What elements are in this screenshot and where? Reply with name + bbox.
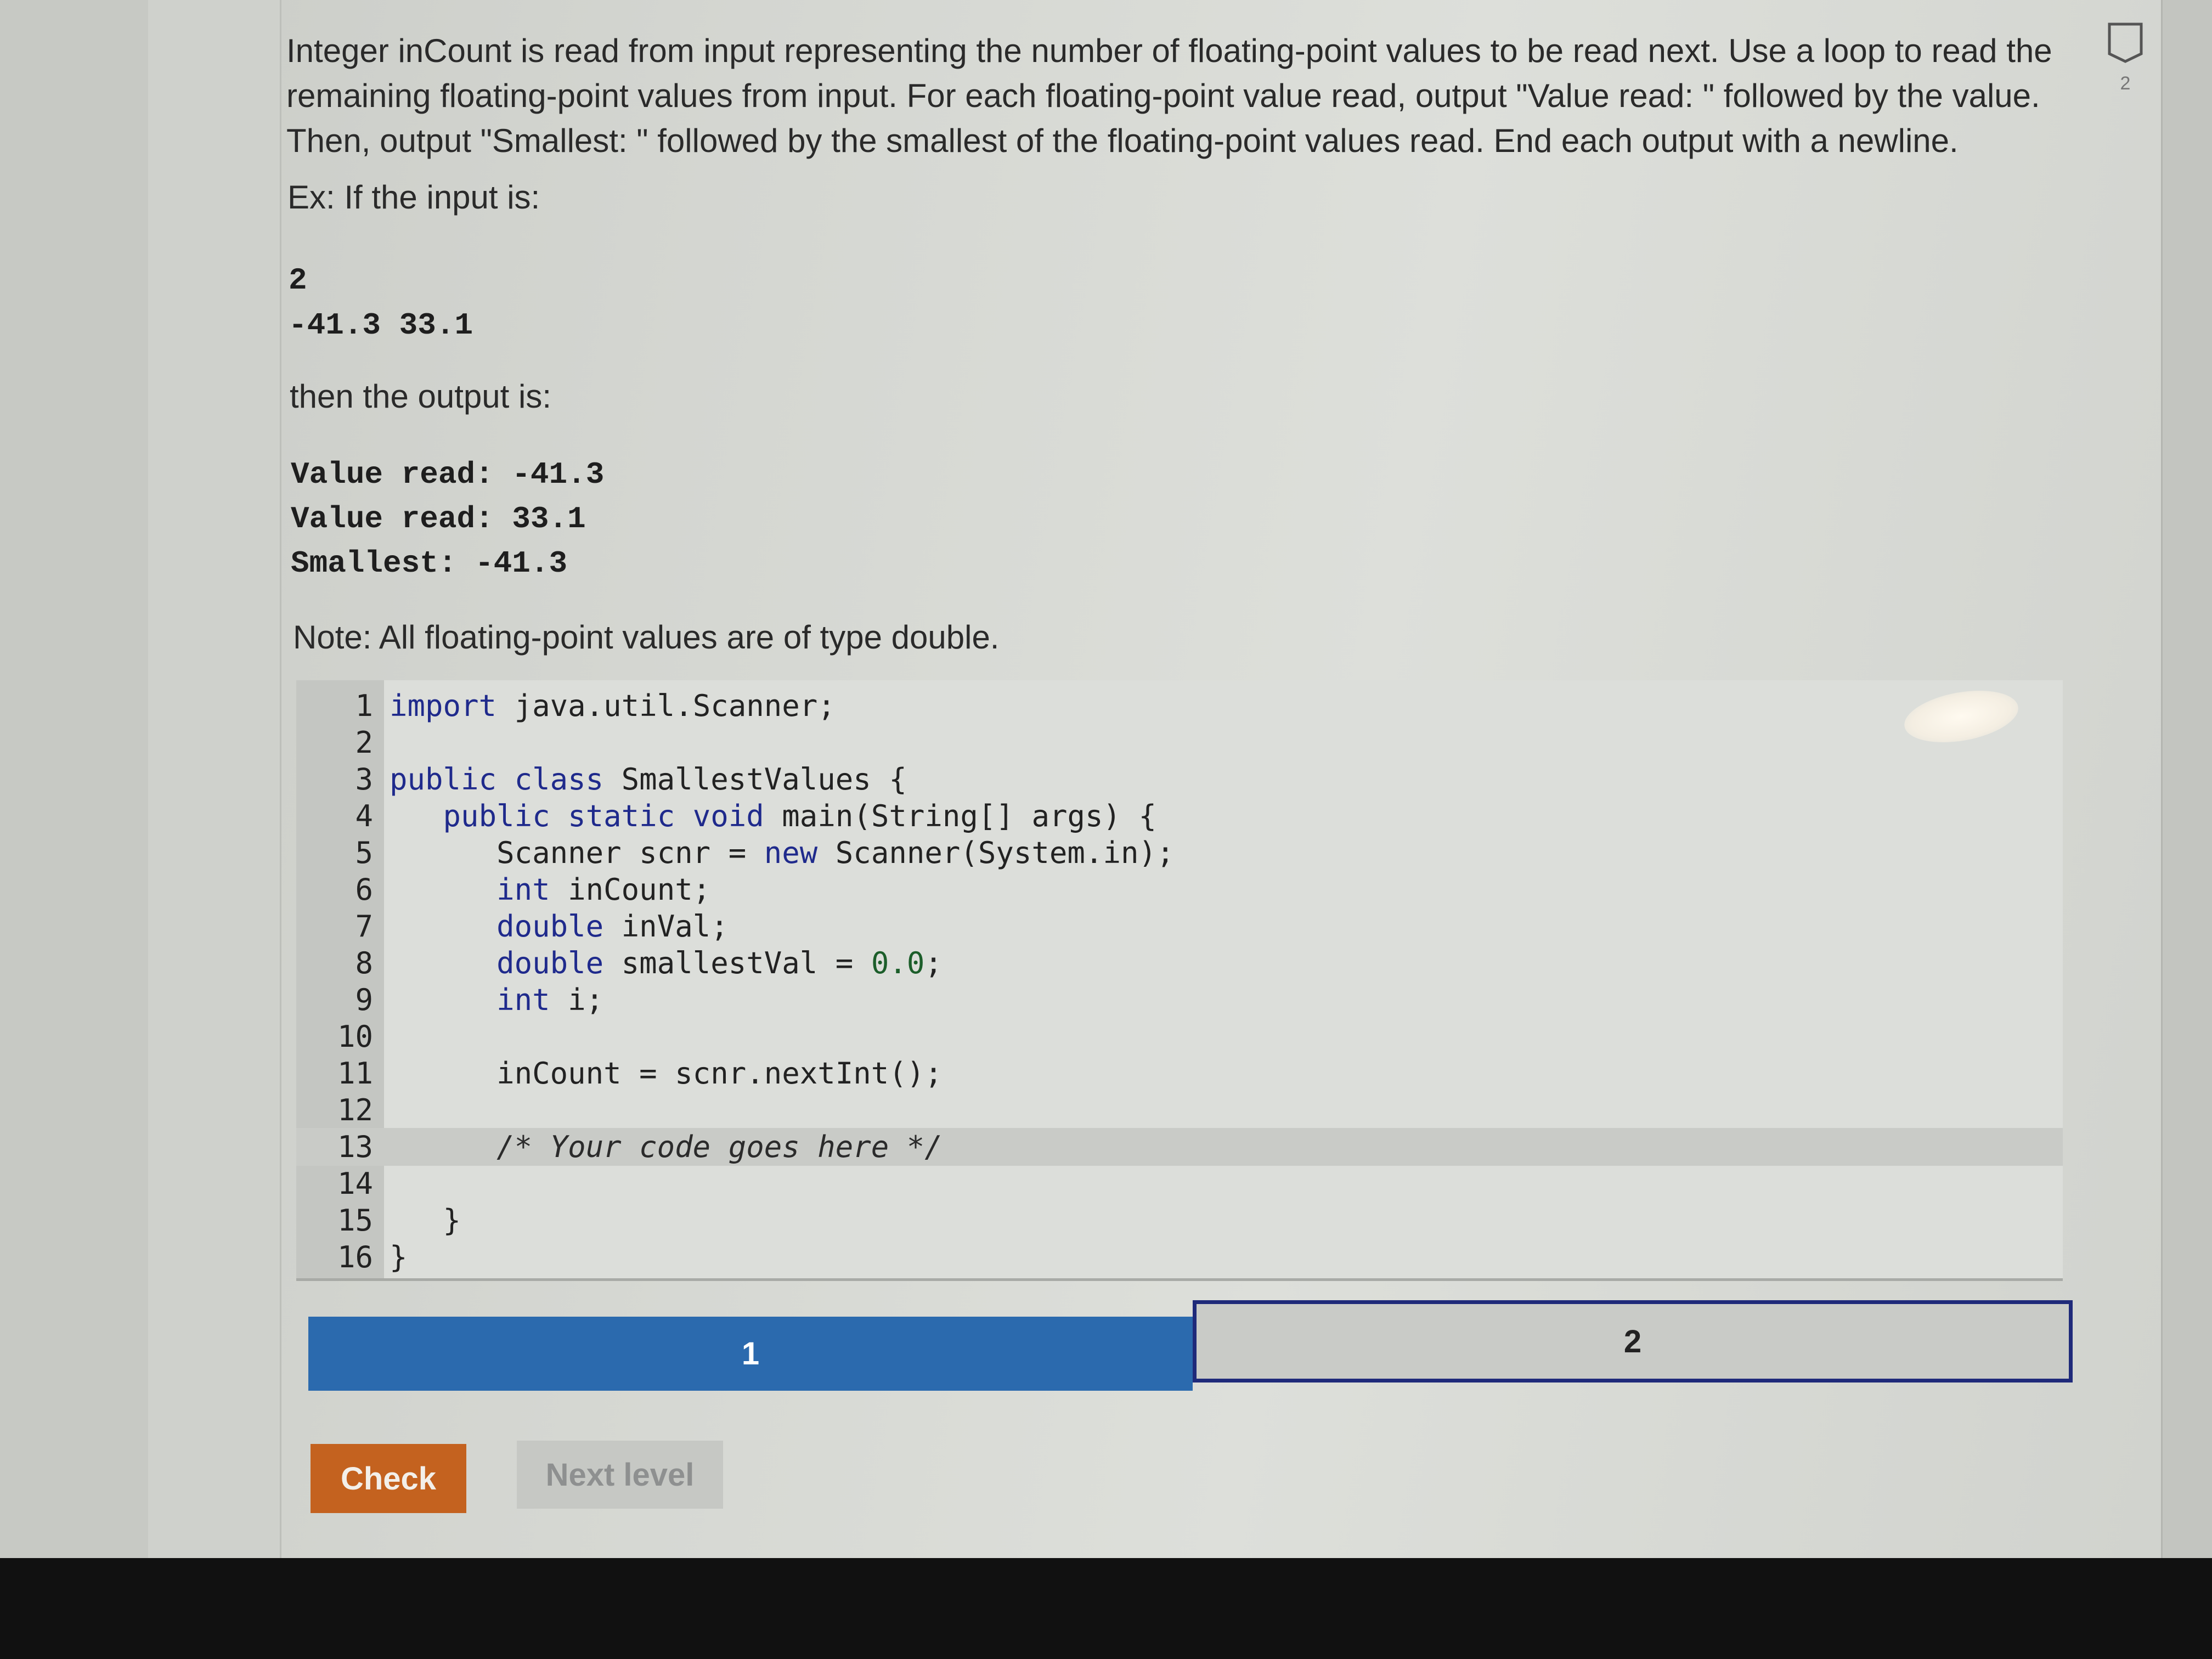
line-number: 13 <box>337 1130 373 1164</box>
line-number: 14 <box>337 1166 373 1201</box>
code-line[interactable]: 11 inCount = scnr.nextInt(); <box>296 1054 2063 1092</box>
code-line[interactable]: 14 <box>296 1165 2063 1203</box>
code-editor[interactable]: 1 import java.util.Scanner; 2 3 public class… <box>296 680 2063 1281</box>
line-number: 15 <box>337 1203 373 1238</box>
code-text[interactable]: int i; <box>390 981 603 1019</box>
code-text[interactable]: Scanner scnr = new Scanner(System.in); <box>390 834 1174 872</box>
level-1-label: 1 <box>741 1336 760 1372</box>
level-1-tab[interactable]: 1 <box>308 1317 1193 1391</box>
line-number: 7 <box>355 909 373 944</box>
level-progress: 1 2 <box>308 1300 2073 1399</box>
example-input-line: 2 <box>289 263 307 298</box>
code-text[interactable]: public class SmallestValues { <box>390 760 907 798</box>
level-2-tab[interactable]: 2 <box>1193 1300 2073 1383</box>
code-line[interactable]: 16} <box>296 1238 2063 1276</box>
code-text[interactable]: } <box>390 1201 461 1239</box>
example-output-line: Smallest: -41.3 <box>291 546 568 581</box>
code-text[interactable]: /* Your code goes here */ <box>390 1128 943 1166</box>
bezel <box>0 1558 2212 1659</box>
line-number: 8 <box>355 946 373 980</box>
left-margin-panel <box>0 0 150 1575</box>
code-text[interactable]: int inCount; <box>390 871 710 909</box>
next-level-button[interactable]: Next level <box>517 1441 723 1509</box>
example-input-line: -41.3 33.1 <box>289 308 473 343</box>
code-text[interactable]: public static void main(String[] args) { <box>390 797 1156 835</box>
line-number: 16 <box>337 1240 373 1274</box>
example-input: 2 -41.3 33.1 <box>289 258 473 348</box>
code-line[interactable]: 10 <box>296 1018 2063 1056</box>
activity-badge[interactable]: 2 <box>2106 22 2145 94</box>
right-rail <box>2161 0 2212 1575</box>
line-number: 6 <box>355 872 373 907</box>
line-number: 5 <box>355 836 373 870</box>
code-line[interactable]: 7 double inVal; <box>296 907 2063 945</box>
line-number: 12 <box>337 1093 373 1127</box>
check-button[interactable]: Check <box>311 1444 466 1513</box>
badge-count: 2 <box>2120 73 2131 94</box>
problem-statement: Integer inCount is read from input repre… <box>286 32 2052 159</box>
line-number: 2 <box>355 725 373 760</box>
code-text[interactable]: } <box>390 1238 408 1276</box>
code-line[interactable]: 2 <box>296 724 2063 761</box>
shield-badge-icon <box>2108 22 2143 63</box>
line-number: 9 <box>355 983 373 1017</box>
code-line[interactable]: 3 public class SmallestValues { <box>296 760 2063 798</box>
screen: Integer inCount is read from input repre… <box>0 0 2212 1575</box>
code-line[interactable]: 8 double smallestVal = 0.0; <box>296 944 2063 982</box>
code-line[interactable]: 9 int i; <box>296 981 2063 1019</box>
code-text[interactable]: import java.util.Scanner; <box>390 687 836 725</box>
code-line[interactable]: 6 int inCount; <box>296 871 2063 909</box>
code-line[interactable]: 13 /* Your code goes here */ <box>296 1128 2063 1166</box>
line-number: 1 <box>355 689 373 723</box>
line-number: 11 <box>337 1056 373 1091</box>
example-output-line: Value read: -41.3 <box>291 457 605 492</box>
code-text[interactable]: double inVal; <box>390 907 729 945</box>
example-output-line: Value read: 33.1 <box>291 501 586 537</box>
example-output-label: then the output is: <box>290 378 552 415</box>
code-text[interactable]: inCount = scnr.nextInt(); <box>390 1054 943 1092</box>
left-margin-panel-inner <box>148 0 281 1575</box>
line-number: 3 <box>355 762 373 797</box>
code-line[interactable]: 4 public static void main(String[] args)… <box>296 797 2063 835</box>
line-number: 10 <box>337 1019 373 1054</box>
code-line[interactable]: 12 <box>296 1091 2063 1129</box>
code-text[interactable]: double smallestVal = 0.0; <box>390 944 943 982</box>
line-number: 4 <box>355 799 373 833</box>
level-2-label: 2 <box>1623 1323 1642 1359</box>
type-note: Note: All floating-point values are of t… <box>293 619 1000 656</box>
code-line[interactable]: 5 Scanner scnr = new Scanner(System.in); <box>296 834 2063 872</box>
example-output: Value read: -41.3 Value read: 33.1 Small… <box>291 453 604 586</box>
code-line[interactable]: 15 } <box>296 1201 2063 1239</box>
code-line[interactable]: 1 import java.util.Scanner; <box>296 687 2063 725</box>
example-input-label: Ex: If the input is: <box>287 179 540 216</box>
